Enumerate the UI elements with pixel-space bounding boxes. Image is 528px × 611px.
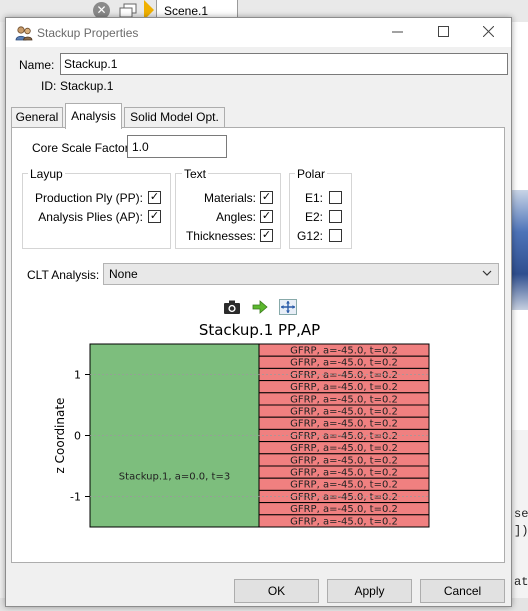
maximize-button[interactable] — [420, 18, 466, 47]
analysis-plies-checkbox[interactable]: ✓ — [148, 210, 161, 223]
console-text: at — [514, 575, 528, 589]
ok-button[interactable]: OK — [234, 579, 319, 603]
scene-tab-label: Scene.1 — [164, 4, 209, 18]
analysis-ply-label: GFRP, a=-45.0, t=0.2 — [290, 407, 398, 418]
chart-svg: Stackup.1 PP,AP Stackup.1, a=0.0, t=3 GFRP… — [53, 321, 430, 528]
minimize-icon — [391, 31, 403, 33]
text-group-title: Text — [182, 167, 209, 181]
g12-label: G12: — [296, 229, 323, 243]
e2-checkbox[interactable] — [329, 210, 342, 223]
clt-analysis-select[interactable]: None — [103, 263, 499, 285]
close-button[interactable] — [465, 18, 511, 47]
dialog-title: Stackup Properties — [37, 26, 139, 40]
thicknesses-checkbox[interactable]: ✓ — [260, 229, 273, 242]
cancel-button[interactable]: Cancel — [420, 579, 505, 603]
users-icon — [15, 26, 33, 41]
angles-checkbox[interactable]: ✓ — [260, 210, 273, 223]
materials-checkbox[interactable]: ✓ — [260, 191, 273, 204]
e2-label: E2: — [304, 210, 323, 224]
production-ply-label: Stackup.1, a=0.0, t=3 — [119, 472, 230, 483]
scene-model — [512, 190, 528, 310]
analysis-ply-label: GFRP, a=-45.0, t=0.2 — [290, 358, 398, 369]
e1-checkbox[interactable] — [329, 191, 342, 204]
thicknesses-label: Thicknesses: — [185, 229, 256, 243]
analysis-ply-label: GFRP, a=-45.0, t=0.2 — [290, 370, 398, 381]
chevron-down-icon — [482, 270, 492, 276]
name-label: Name: — [19, 58, 55, 72]
y-tick-label: 0 — [74, 430, 81, 443]
y-tick-label: -1 — [70, 491, 81, 504]
g12-checkbox[interactable] — [329, 229, 342, 242]
analysis-ply-label: GFRP, a=-45.0, t=0.2 — [290, 468, 398, 479]
y-tick-label: 1 — [74, 369, 81, 382]
clt-analysis-value: None — [109, 267, 138, 281]
stackup-properties-dialog: Stackup Properties Name: Stackup.1 ID: S… — [5, 17, 512, 607]
core-scale-label: Core Scale Factor: — [32, 141, 133, 155]
windows-icon[interactable] — [119, 3, 137, 18]
analysis-ply-label: GFRP, a=-45.0, t=0.2 — [290, 382, 398, 393]
core-scale-input[interactable]: 1.0 — [127, 135, 227, 158]
analysis-ply-label: GFRP, a=-45.0, t=0.2 — [290, 346, 398, 357]
title-bar[interactable]: Stackup Properties — [6, 18, 511, 47]
clt-analysis-label: CLT Analysis: — [27, 268, 100, 282]
stackup-plot: Stackup.1 PP,AP Stackup.1, a=0.0, t=3 GFRP… — [20, 295, 498, 557]
analysis-ply-label: GFRP, a=-45.0, t=0.2 — [290, 455, 398, 466]
console-text: se — [514, 507, 528, 521]
analysis-ply-label: GFRP, a=-45.0, t=0.2 — [290, 431, 398, 442]
angles-label: Angles: — [215, 210, 256, 224]
analysis-ply-label: GFRP, a=-45.0, t=0.2 — [290, 516, 398, 527]
tab-solid-model-opt[interactable]: Solid Model Opt. — [124, 107, 225, 128]
chart-title: Stackup.1 PP,AP — [199, 321, 320, 339]
analysis-ply-label: GFRP, a=-45.0, t=0.2 — [290, 504, 398, 515]
analysis-plies-label: Analysis Plies (AP): — [38, 210, 143, 224]
apply-button[interactable]: Apply — [327, 579, 412, 603]
id-label: ID: — [41, 79, 57, 93]
name-input[interactable]: Stackup.1 — [60, 53, 508, 75]
close-icon — [482, 25, 494, 38]
tab-analysis[interactable]: Analysis — [65, 103, 122, 129]
materials-label: Materials: — [203, 191, 256, 205]
minimize-button[interactable] — [374, 18, 420, 47]
id-value: Stackup.1 — [60, 79, 114, 93]
production-ply-checkbox[interactable]: ✓ — [148, 191, 161, 204]
console-text: ]) — [514, 524, 528, 538]
analysis-ply-label: GFRP, a=-45.0, t=0.2 — [290, 419, 398, 430]
layup-group-title: Layup — [28, 167, 65, 181]
analysis-ply-label: GFRP, a=-45.0, t=0.2 — [290, 443, 398, 454]
e1-label: E1: — [304, 191, 323, 205]
production-ply-label: Production Ply (PP): — [34, 191, 143, 205]
maximize-icon — [437, 26, 449, 37]
analysis-ply-label: GFRP, a=-45.0, t=0.2 — [290, 394, 398, 405]
analysis-ply-label: GFRP, a=-45.0, t=0.2 — [290, 480, 398, 491]
analysis-ply-label: GFRP, a=-45.0, t=0.2 — [290, 492, 398, 503]
polar-group-title: Polar — [295, 167, 328, 181]
tab-general[interactable]: General — [11, 107, 63, 128]
y-axis-label: z Coordinate — [53, 398, 67, 474]
